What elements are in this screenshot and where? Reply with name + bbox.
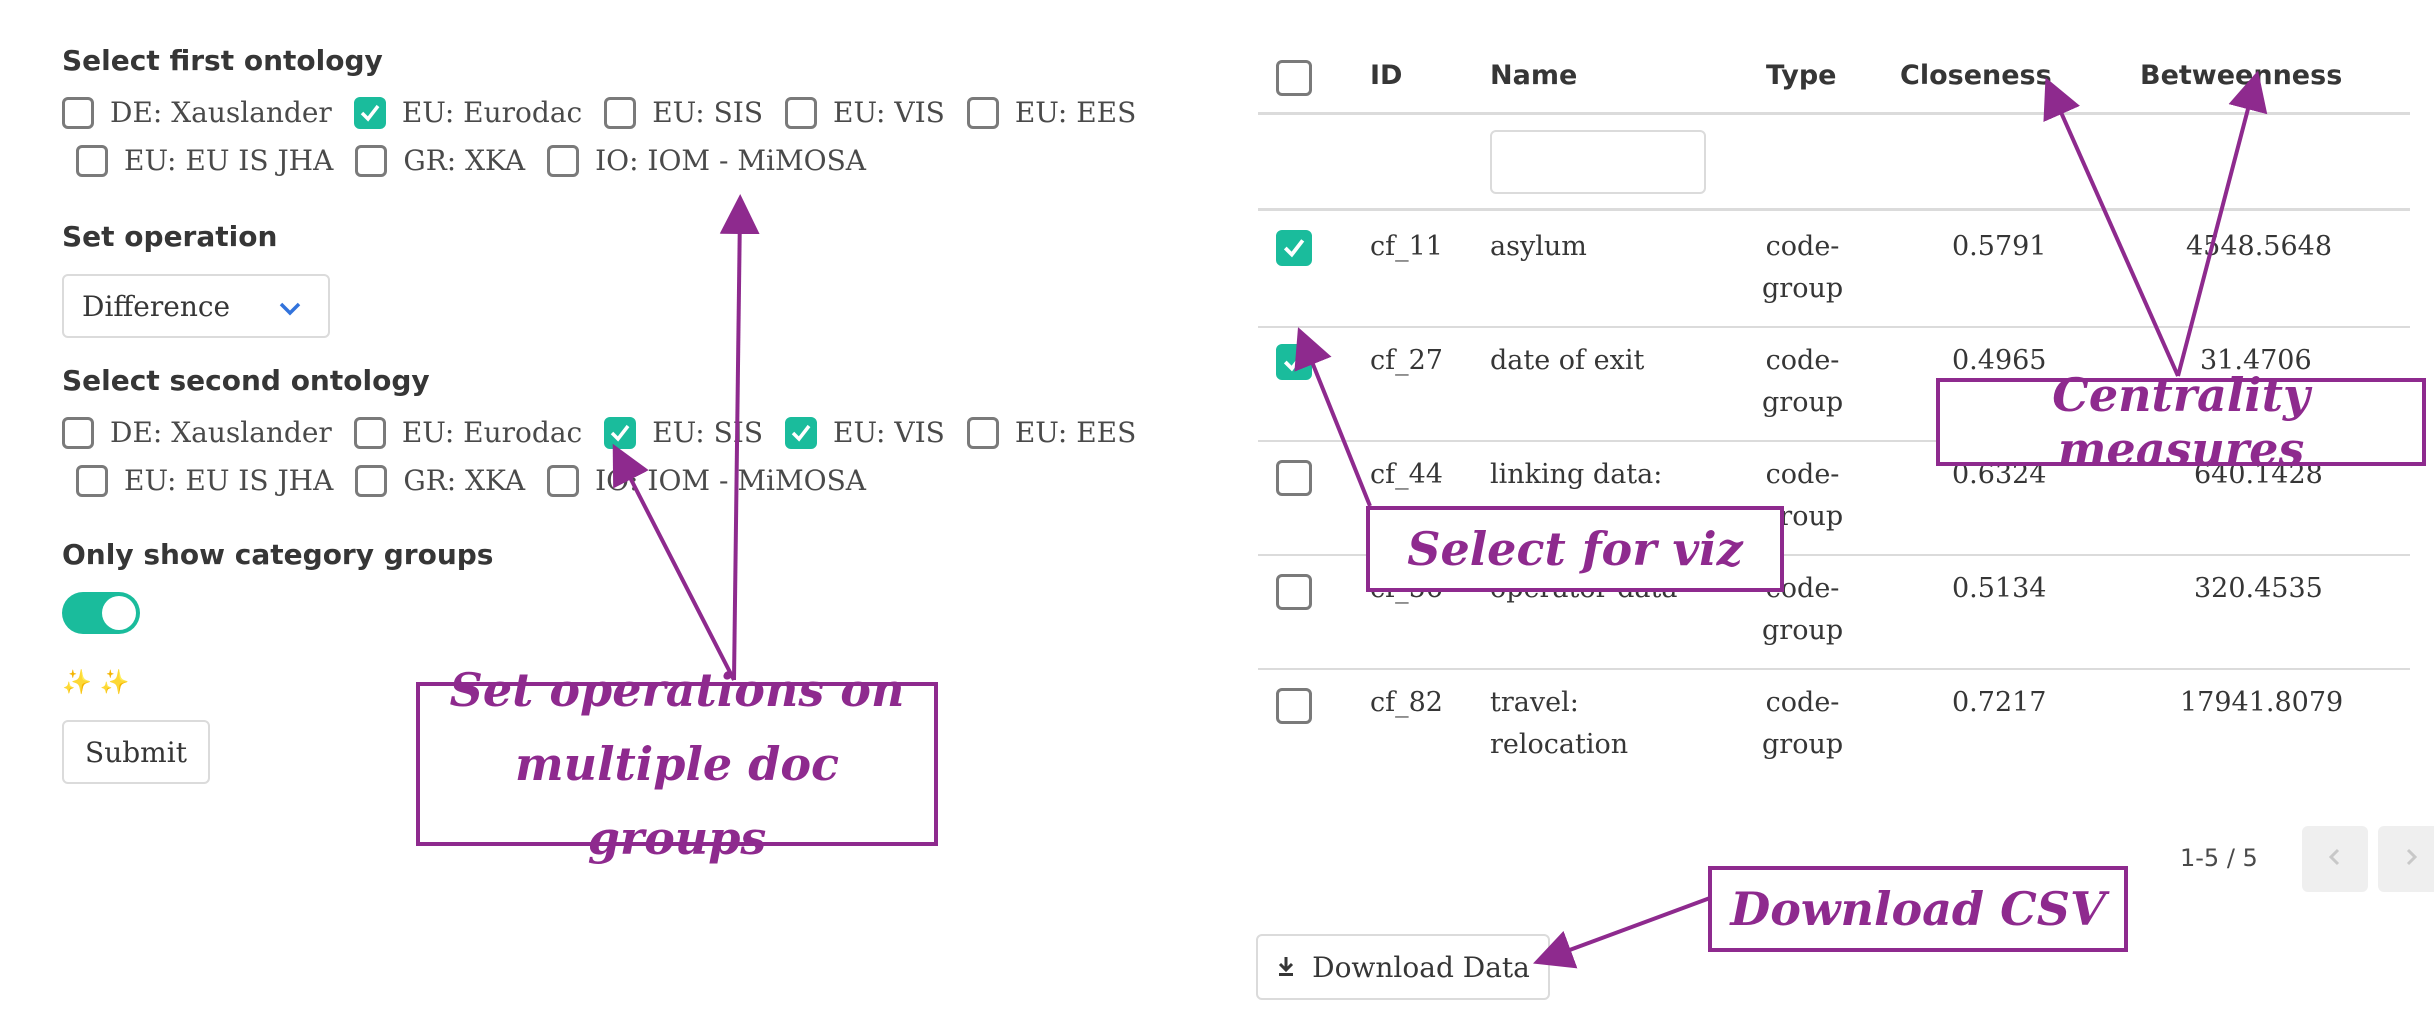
- annotation-line: multiple doc groups: [514, 737, 840, 865]
- arrow-to-second-ontology: [612, 443, 736, 681]
- arrow-to-row-checkbox: [1294, 327, 1372, 507]
- arrow-to-closeness: [2043, 77, 2180, 377]
- arrow-to-betweenness: [2176, 70, 2268, 377]
- annotation-set-operations: Set operations on multiple doc groups: [416, 663, 938, 865]
- arrow-to-first-ontology: [719, 194, 760, 681]
- annotation-centrality: Centrality measures: [1936, 368, 2426, 476]
- annotation-line: Set operations on: [449, 663, 905, 717]
- annotation-select-for-viz: Select for viz: [1366, 506, 1784, 592]
- arrow-to-download: [1532, 896, 1711, 969]
- annotation-download-csv: Download CSV: [1708, 866, 2128, 952]
